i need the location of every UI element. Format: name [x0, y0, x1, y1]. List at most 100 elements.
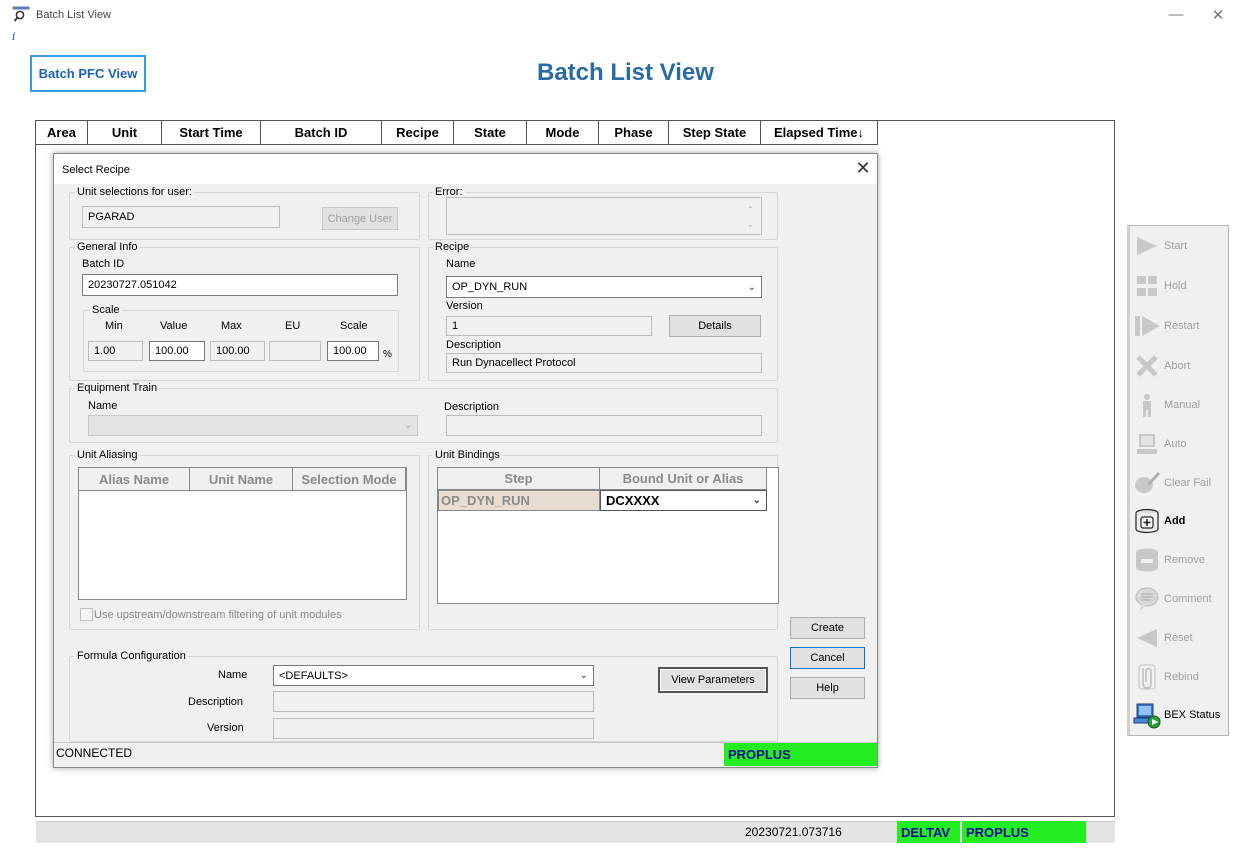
bound-unit-value: DCXXXX [606, 493, 660, 508]
scale-scale-label: Scale [340, 320, 368, 332]
comment-button[interactable]: Comment [1132, 584, 1228, 614]
chevron-down-icon: ⌄ [752, 495, 761, 506]
selection-mode-header[interactable]: Selection Mode [293, 468, 406, 491]
column-header-unit[interactable]: Unit [88, 121, 162, 145]
bound-unit-dropdown[interactable]: DCXXXX ⌄ [600, 490, 767, 511]
column-header-area[interactable]: Area [36, 121, 88, 145]
column-header-recipe[interactable]: Recipe [382, 121, 454, 145]
batch-id-label: Batch ID [82, 258, 125, 270]
computer-icon [1132, 431, 1162, 457]
filter-checkbox[interactable] [80, 608, 93, 621]
page-title: Batch List View [537, 59, 714, 86]
alias-name-header[interactable]: Alias Name [79, 468, 190, 491]
remove-barrel-icon [1132, 547, 1162, 573]
bex-status-button[interactable]: BEX Status [1132, 700, 1228, 730]
step-header[interactable]: Step [438, 468, 600, 490]
start-button[interactable]: Start [1132, 231, 1228, 261]
reset-label: Reset [1164, 632, 1193, 644]
column-header-state[interactable]: State [454, 121, 527, 145]
bound-unit-header[interactable]: Bound Unit or Alias [600, 468, 767, 490]
abort-button[interactable]: Abort [1132, 351, 1228, 381]
info-icon[interactable]: i [12, 30, 16, 43]
unit-bindings-label: Unit Bindings [433, 449, 502, 461]
hold-icon [1132, 273, 1162, 299]
column-header-step-state[interactable]: Step State [669, 121, 761, 145]
formula-name-label: Name [218, 669, 248, 681]
error-field [446, 197, 762, 235]
abort-x-icon [1132, 353, 1162, 379]
restart-icon [1132, 313, 1162, 339]
view-parameters-button[interactable]: View Parameters [658, 667, 768, 693]
create-button[interactable]: Create [790, 617, 865, 639]
batch-id-input[interactable]: 20230727.051042 [82, 274, 398, 296]
minimize-icon[interactable]: — [1166, 6, 1186, 24]
scale-percent-input[interactable]: 100.00 [327, 341, 379, 361]
node-status: PROPLUS [962, 821, 1086, 843]
hold-label: Hold [1164, 280, 1187, 292]
scale-min-label: Min [105, 320, 123, 332]
error-scroll-up-icon[interactable]: ⌃ [747, 205, 754, 214]
formula-name-dropdown[interactable]: <DEFAULTS> ⌄ [273, 665, 594, 686]
chevron-down-icon: ⌄ [579, 670, 588, 681]
formula-description-field [273, 691, 594, 712]
scale-max-field: 100.00 [210, 341, 265, 361]
bex-status-label: BEX Status [1164, 709, 1221, 721]
details-button[interactable]: Details [669, 315, 761, 337]
recipe-group-label: Recipe [433, 241, 472, 253]
percent-sign: % [383, 349, 392, 360]
recipe-name-label: Name [446, 258, 476, 270]
start-label: Start [1164, 240, 1188, 252]
column-header-batch-id[interactable]: Batch ID [261, 121, 382, 145]
add-barrel-icon [1132, 508, 1162, 534]
batch-pfc-view-button[interactable]: Batch PFC View [30, 55, 146, 92]
column-header-phase[interactable]: Phase [599, 121, 669, 145]
close-window-icon[interactable]: ✕ [1208, 6, 1228, 24]
chevron-down-icon: ⌄ [747, 281, 756, 293]
remove-button[interactable]: Remove [1132, 545, 1228, 575]
scale-group-label: Scale [90, 304, 122, 316]
column-header-elapsed-time[interactable]: Elapsed Time↓ [761, 121, 878, 145]
scale-eu-field [269, 341, 321, 361]
filter-checkbox-label: Use upstream/downstream filtering of uni… [94, 609, 342, 621]
column-header-mode[interactable]: Mode [527, 121, 599, 145]
clear-fail-button[interactable]: Clear Fail [1132, 468, 1228, 498]
restart-label: Restart [1164, 320, 1200, 332]
error-scroll-down-icon[interactable]: ⌄ [747, 220, 754, 229]
chevron-down-icon: ⌄ [403, 420, 412, 431]
connection-status: CONNECTED [56, 746, 133, 760]
dialog-close-icon[interactable]: ✕ [853, 158, 873, 180]
scale-value-label: Value [160, 320, 188, 332]
formula-version-label: Version [207, 722, 244, 734]
rebind-label: Rebind [1164, 671, 1199, 683]
manual-button[interactable]: Manual [1132, 390, 1228, 420]
comment-label: Comment [1164, 593, 1212, 605]
person-icon [1132, 392, 1162, 418]
change-user-button[interactable]: Change User [322, 207, 398, 230]
restart-button[interactable]: Restart [1132, 311, 1228, 341]
formula-version-field [273, 718, 594, 739]
rebind-button[interactable]: Rebind [1132, 662, 1228, 692]
unit-aliasing-label: Unit Aliasing [75, 449, 140, 461]
reset-icon [1132, 625, 1162, 651]
add-button[interactable]: Add [1132, 506, 1228, 536]
unit-name-header[interactable]: Unit Name [190, 468, 293, 491]
app-search-icon [12, 6, 30, 22]
equipment-description-label: Description [444, 401, 500, 413]
scale-value-input[interactable]: 100.00 [149, 341, 205, 361]
formula-config-label: Formula Configuration [75, 650, 188, 662]
scale-min-field: 1.00 [88, 341, 143, 361]
help-button[interactable]: Help [790, 677, 865, 699]
column-header-start-time[interactable]: Start Time [162, 121, 261, 145]
clear-fail-icon [1132, 470, 1162, 496]
reset-button[interactable]: Reset [1132, 623, 1228, 653]
hold-button[interactable]: Hold [1132, 271, 1228, 301]
general-info-label: General Info [75, 241, 140, 253]
cancel-button[interactable]: Cancel [790, 647, 865, 669]
clear-fail-label: Clear Fail [1164, 477, 1212, 489]
equipment-train-dropdown[interactable]: ⌄ [88, 415, 418, 436]
status-batch-id: 20230721.073716 [745, 825, 842, 839]
recipe-name-dropdown[interactable]: OP_DYN_RUN ⌄ [446, 276, 762, 298]
formula-description-label: Description [188, 696, 244, 708]
auto-button[interactable]: Auto [1132, 429, 1228, 459]
play-icon [1132, 233, 1162, 259]
